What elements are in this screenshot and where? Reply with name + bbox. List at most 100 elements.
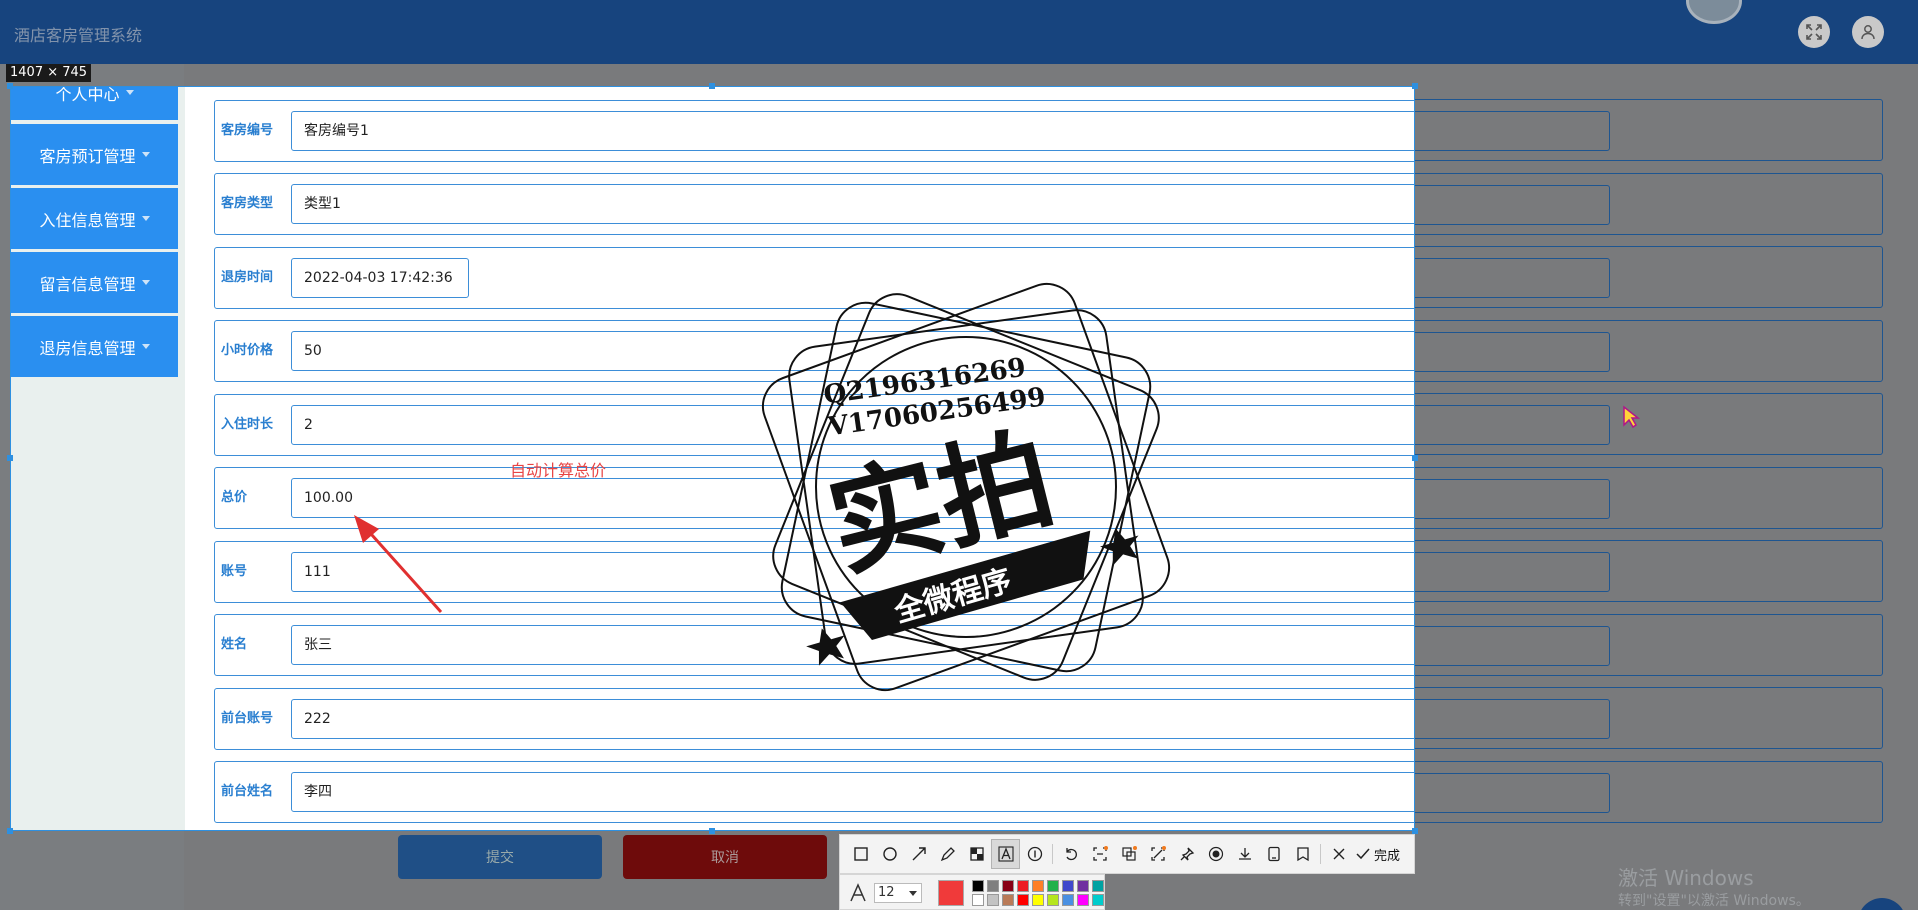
caret-down-icon [141,344,150,349]
mosaic-tool[interactable] [962,839,991,869]
ocr-icon [1092,846,1108,861]
front-desk-name-input[interactable]: 李四 [291,772,1414,812]
scan-button[interactable] [1143,839,1172,869]
sidebar-item-messages[interactable]: 留言信息管理 [11,252,178,313]
rectangle-tool[interactable] [846,839,875,869]
top-header: 酒店客房管理系统 [0,0,1918,64]
download-icon [1238,848,1251,860]
resize-handle[interactable] [1412,455,1418,461]
field-label: 退房时间 [221,270,274,285]
color-swatch[interactable] [1077,880,1089,892]
font-icon [850,883,866,902]
fullscreen-button[interactable] [1798,16,1830,48]
undo-button[interactable] [1056,839,1085,869]
color-swatch[interactable] [1077,894,1089,906]
color-swatch[interactable] [1002,880,1014,892]
color-swatch[interactable] [1092,880,1104,892]
caret-down-icon [141,152,150,157]
user-button[interactable] [1852,16,1884,48]
translate-button[interactable] [1114,839,1143,869]
capture-size-label: 1407 × 745 [6,64,92,82]
resize-handle[interactable] [7,455,13,461]
text-style-toolbar: 12 [839,874,1105,910]
scan-icon [1150,846,1166,861]
close-icon [1333,848,1344,860]
field-label: 姓名 [221,637,248,652]
translate-icon [1121,846,1137,861]
room-type-input[interactable]: 类型1 [291,184,1414,224]
record-button[interactable] [1201,839,1230,869]
form-row-room-type: 客房类型 类型1 [214,173,1414,235]
pencil-tool[interactable] [933,839,962,869]
sidebar: 个人中心 客房预订管理 入住信息管理 留言信息管理 退房信息管理 [11,86,185,830]
font-size-value: 12 [878,885,895,900]
app-title: 酒店客房管理系统 [14,26,143,45]
sidebar-item-checkout[interactable]: 退房信息管理 [11,316,178,377]
resize-handle[interactable] [7,828,13,834]
record-icon [1208,846,1223,862]
sidebar-item-label: 客房预订管理 [39,146,136,166]
resize-handle[interactable] [709,83,715,89]
color-swatch[interactable] [987,880,999,892]
arrow-tool[interactable] [904,839,933,869]
color-swatch[interactable] [1017,880,1029,892]
header-avatar[interactable] [1686,0,1742,24]
checkout-time-input[interactable]: 2022-04-03 17:42:36 [291,258,469,298]
font-size-select[interactable]: 12 [874,883,922,903]
field-label: 前台账号 [221,711,274,726]
color-swatch[interactable] [1017,894,1029,906]
room-number-input[interactable]: 客房编号1 [291,111,1414,151]
current-color-swatch[interactable] [938,880,964,906]
mouse-cursor-icon [1623,405,1640,429]
cancel-button[interactable]: 取消 [623,835,827,879]
color-swatch[interactable] [1062,880,1074,892]
color-swatch[interactable] [1032,880,1044,892]
done-label: 完成 [1374,848,1401,864]
annotation-arrow-icon [354,515,443,614]
caret-down-icon [125,90,134,95]
download-button[interactable] [1230,839,1259,869]
sidebar-item-personal-center[interactable]: 个人中心 [11,86,178,120]
bookmark-button[interactable] [1288,839,1317,869]
undo-icon [1065,848,1077,861]
number-tool[interactable] [1020,839,1049,869]
color-swatch[interactable] [972,880,984,892]
resize-handle[interactable] [709,828,715,834]
color-swatch[interactable] [1002,894,1014,906]
fullscreen-icon [1806,24,1822,40]
close-capture-button[interactable] [1324,839,1353,869]
color-swatch[interactable] [987,894,999,906]
save-device-icon [1267,846,1280,862]
resize-handle[interactable] [7,83,13,89]
submit-button[interactable]: 提交 [398,835,602,879]
sidebar-item-label: 个人中心 [55,86,120,104]
sidebar-item-checkin[interactable]: 入住信息管理 [11,188,178,249]
color-swatch[interactable] [1047,894,1059,906]
color-swatch[interactable] [972,894,984,906]
screenshot-toolbar: 完成 [839,834,1415,874]
sidebar-item-room-booking[interactable]: 客房预订管理 [11,124,178,185]
field-label: 总价 [221,490,248,505]
color-swatch[interactable] [1047,880,1059,892]
pin-button[interactable] [1172,839,1201,869]
caret-down-icon [141,280,150,285]
bookmark-icon [1296,847,1309,862]
pin-icon [1180,847,1194,861]
save-device-button[interactable] [1259,839,1288,869]
form-row-room-number: 客房编号 客房编号1 [214,100,1414,162]
user-icon [1861,25,1875,40]
screenshot-capture-region[interactable]: 个人中心 客房预订管理 入住信息管理 留言信息管理 退房信息管理 客房编号 客房… [10,86,1415,831]
color-swatch[interactable] [1062,894,1074,906]
sidebar-item-label: 退房信息管理 [39,338,136,358]
resize-handle[interactable] [1412,83,1418,89]
done-button[interactable]: 完成 [1355,845,1400,864]
color-swatch[interactable] [1092,894,1104,906]
field-label: 账号 [221,564,248,579]
field-label: 入住时长 [221,417,274,432]
ellipse-tool[interactable] [875,839,904,869]
ocr-button[interactable] [1085,839,1114,869]
color-swatch[interactable] [1032,894,1044,906]
text-tool[interactable] [991,839,1020,869]
rectangle-icon [853,847,868,861]
check-icon [1356,848,1370,860]
